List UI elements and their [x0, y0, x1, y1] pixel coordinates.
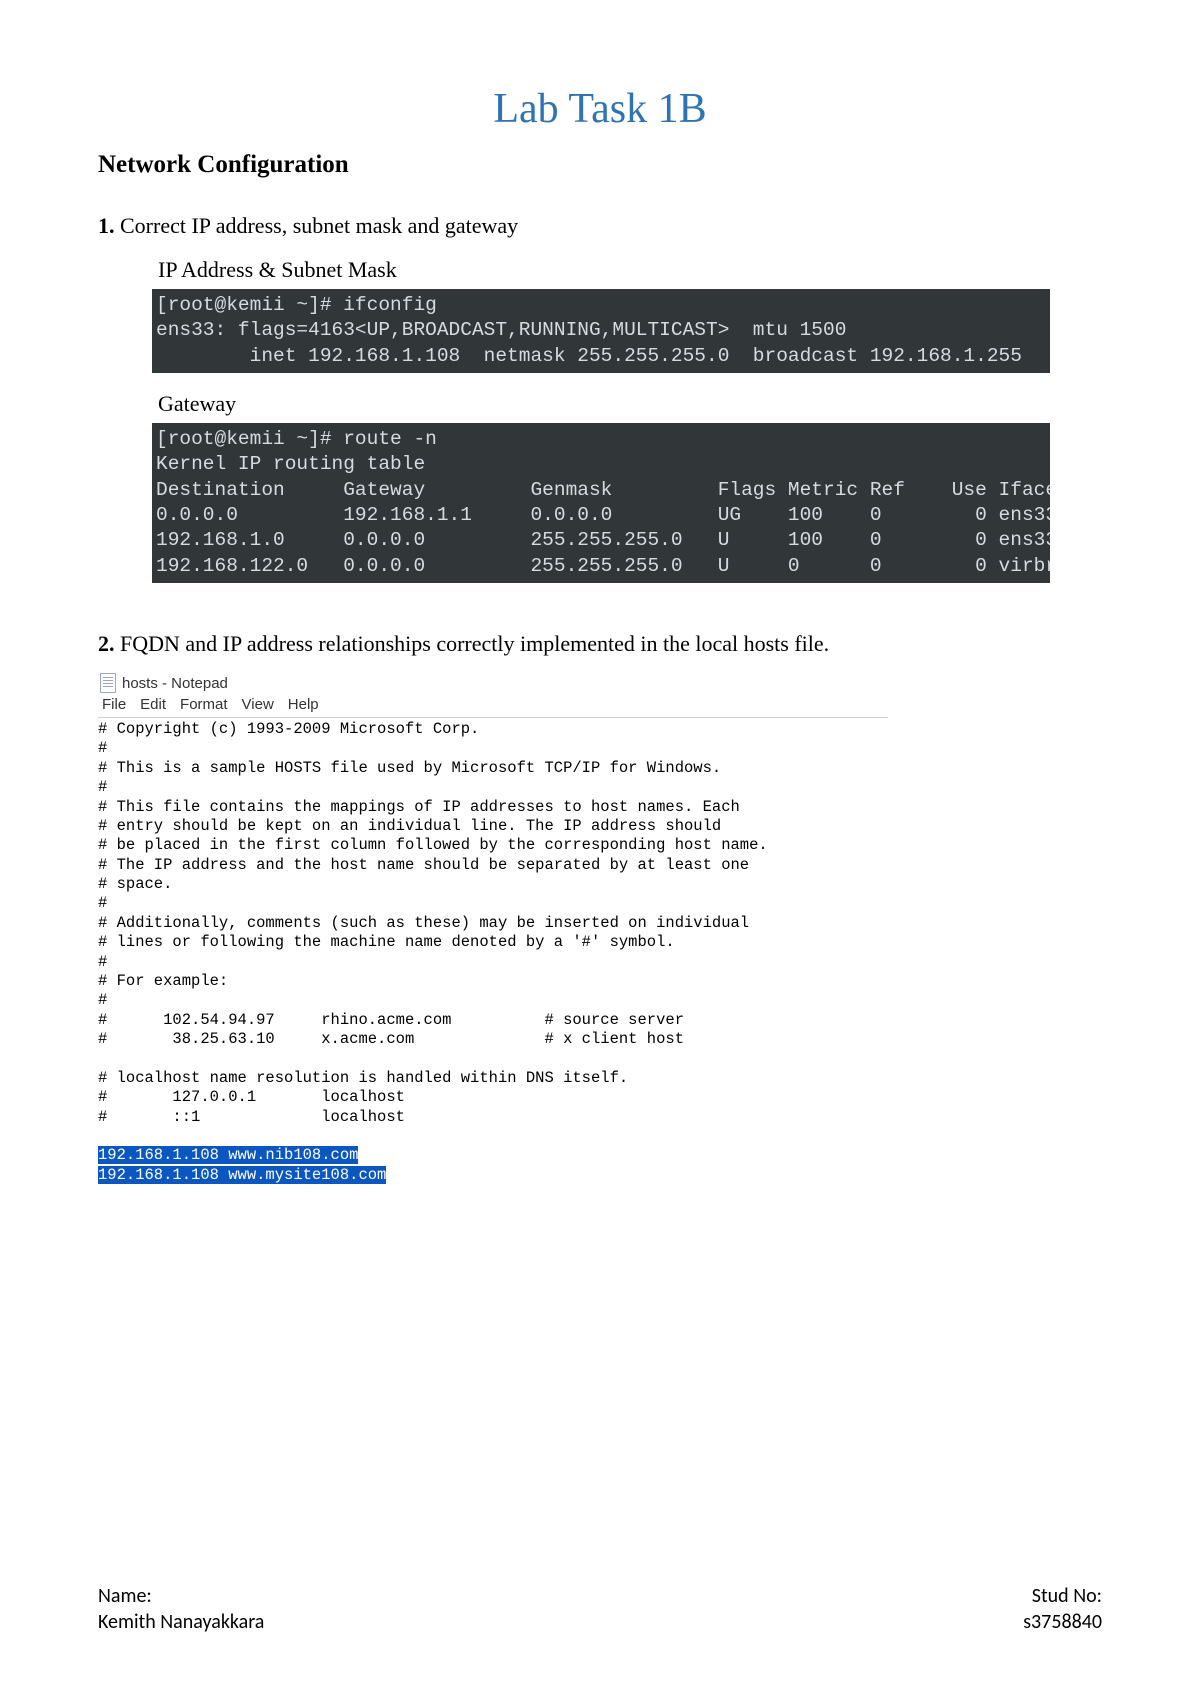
hosts-highlight-2: 192.168.1.108 www.mysite108.com	[98, 1166, 386, 1184]
menu-help[interactable]: Help	[288, 696, 319, 713]
menu-view[interactable]: View	[242, 696, 274, 713]
footer-studno-value: s3758840	[1023, 1609, 1102, 1635]
page-title: Lab Task 1B	[98, 85, 1102, 133]
notepad-menu: File Edit Format View Help	[98, 695, 888, 718]
notepad-title-text: hosts - Notepad	[122, 675, 228, 692]
footer-right: Stud No: s3758840	[1023, 1583, 1102, 1635]
footer-studno-label: Stud No:	[1023, 1583, 1102, 1609]
footer-name-value: Kemith Nanayakkara	[98, 1609, 264, 1635]
item-1-num: 1.	[98, 213, 115, 238]
menu-edit[interactable]: Edit	[140, 696, 166, 713]
terminal-route: [root@kemii ~]# route -n Kernel IP routi…	[152, 423, 1050, 583]
item-1-text: Correct IP address, subnet mask and gate…	[115, 213, 519, 238]
item-2-text: FQDN and IP address relationships correc…	[115, 631, 830, 656]
footer-name-label: Name:	[98, 1583, 264, 1609]
notepad-titlebar: hosts - Notepad	[98, 671, 888, 695]
hosts-file-content: # Copyright (c) 1993-2009 Microsoft Corp…	[98, 718, 888, 1185]
terminal-ifconfig: [root@kemii ~]# ifconfig ens33: flags=41…	[152, 289, 1050, 373]
hosts-highlight-1: 192.168.1.108 www.nib108.com	[98, 1146, 358, 1164]
item-2: 2. FQDN and IP address relationships cor…	[98, 631, 1102, 657]
item-1: 1. Correct IP address, subnet mask and g…	[98, 213, 1102, 239]
sub-label-ip: IP Address & Subnet Mask	[158, 257, 1102, 283]
notepad-window: hosts - Notepad File Edit Format View He…	[98, 671, 888, 1185]
section-heading: Network Configuration	[98, 151, 1102, 179]
sub-label-gateway: Gateway	[158, 391, 1102, 417]
notepad-icon	[100, 673, 116, 693]
footer-left: Name: Kemith Nanayakkara	[98, 1583, 264, 1635]
menu-format[interactable]: Format	[180, 696, 228, 713]
menu-file[interactable]: File	[102, 696, 126, 713]
hosts-body: # Copyright (c) 1993-2009 Microsoft Corp…	[98, 720, 768, 1126]
footer: Name: Kemith Nanayakkara Stud No: s37588…	[98, 1583, 1102, 1635]
item-2-num: 2.	[98, 631, 115, 656]
